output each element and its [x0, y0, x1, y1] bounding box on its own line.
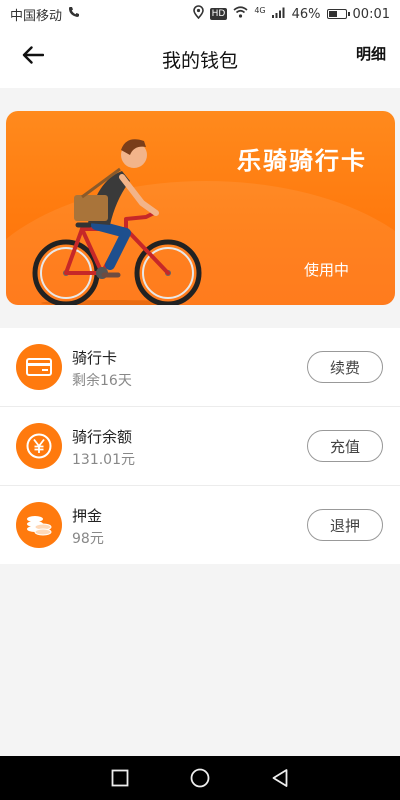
item-name: 押金	[72, 507, 103, 525]
card-title: 乐骑骑行卡	[237, 147, 367, 175]
item-subtitle: 98元	[72, 531, 104, 547]
item-subtitle: 剩余16天	[72, 373, 132, 389]
status-bar: 中国移动 HD 4G 46% 00:01	[0, 0, 400, 28]
list-item-riding-card: 骑行卡 剩余16天 续费	[0, 328, 400, 407]
square-icon	[111, 769, 129, 787]
hd-badge: HD	[209, 8, 228, 20]
refund-deposit-button[interactable]: 退押	[307, 509, 383, 541]
coins-icon	[16, 502, 62, 548]
system-nav-bar	[0, 756, 400, 800]
cyclist-illustration	[32, 139, 202, 305]
triangle-back-icon	[272, 769, 288, 787]
recharge-button[interactable]: 充值	[307, 430, 383, 462]
wallet-list: 骑行卡 剩余16天 续费 骑行余额 131.01元 充值 押金 98元 退押	[0, 328, 400, 564]
detail-link[interactable]: 明细	[356, 43, 386, 64]
card-icon	[16, 344, 62, 390]
back-nav-button[interactable]	[267, 765, 293, 791]
wifi-icon	[233, 6, 248, 22]
clock: 00:01	[352, 6, 390, 22]
item-name: 骑行卡	[72, 349, 118, 367]
renew-button[interactable]: 续费	[307, 351, 383, 383]
item-subtitle: 131.01元	[72, 452, 135, 468]
page-title: 我的钱包	[161, 50, 238, 72]
item-name: 骑行余额	[72, 428, 133, 446]
card-status: 使用中	[303, 261, 349, 279]
call-icon	[68, 6, 80, 22]
recent-apps-button[interactable]	[107, 765, 133, 791]
battery-percent: 46%	[291, 6, 321, 22]
battery-icon	[326, 9, 350, 19]
list-item-balance: 骑行余额 131.01元 充值	[0, 407, 400, 486]
app-header: 我的钱包 明细	[0, 28, 400, 88]
riding-card-banner[interactable]: 乐骑骑行卡 使用中	[6, 111, 395, 305]
home-button[interactable]	[187, 765, 213, 791]
carrier-label: 中国移动	[10, 8, 63, 24]
network-type: 4G	[254, 6, 266, 15]
list-item-deposit: 押金 98元 退押	[0, 486, 400, 564]
yen-icon	[16, 423, 62, 469]
location-icon	[192, 5, 204, 23]
circle-icon	[190, 768, 210, 788]
signal-icon	[271, 7, 286, 22]
